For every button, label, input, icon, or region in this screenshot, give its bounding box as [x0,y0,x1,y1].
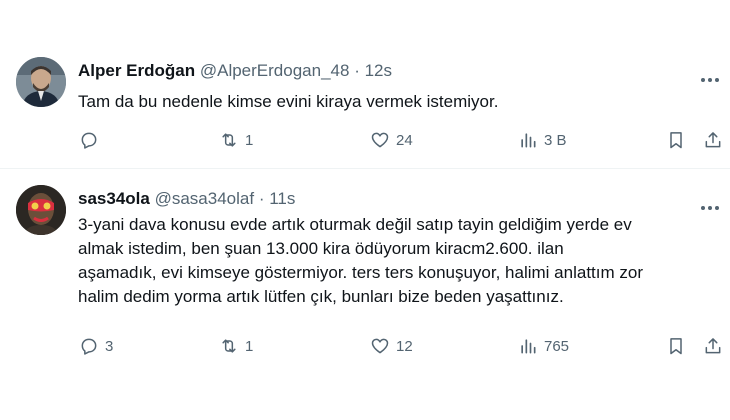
avatar[interactable] [16,185,66,235]
tweet[interactable]: Alper Erdoğan @AlperErdogan_48 · 12s Tam… [0,0,730,168]
reply-count: 3 [105,337,114,355]
display-name[interactable]: Alper Erdoğan [78,61,195,80]
user-handle[interactable]: @sasa34olaf [155,189,255,208]
tweet-text-line: halim dedim yorma artık lütfen çık, bunl… [78,287,564,306]
tweet-actions: 3 1 12 765 [0,334,730,358]
share-icon [703,336,723,356]
timestamp[interactable]: 12s [365,61,392,80]
share-button[interactable] [703,334,723,358]
heart-icon [370,336,390,356]
tweet-text: Tam da bu nedenle kimse evini kiraya ver… [78,92,499,111]
display-name[interactable]: sas34ola [78,189,150,208]
repost-count: 1 [245,131,254,149]
bookmark-button[interactable] [666,334,686,358]
views-button[interactable]: 765 [518,334,569,358]
repost-icon [219,130,239,150]
tweet-header: Alper Erdoğan @AlperErdogan_48 · 12s [78,61,392,81]
like-count: 24 [396,131,413,149]
reply-icon [79,130,99,150]
heart-icon [370,130,390,150]
repost-icon [219,336,239,356]
bookmark-icon [666,336,686,356]
share-icon [703,130,723,150]
views-count: 3 B [544,131,567,149]
like-count: 12 [396,337,413,355]
tweet-header: sas34ola @sasa34olaf · 11s [78,189,295,209]
views-icon [518,130,538,150]
user-handle[interactable]: @AlperErdogan_48 [200,61,350,80]
tweet-text-line: almak istedim, ben şuan 13.000 kira ödüy… [78,239,564,258]
reply-button[interactable]: 3 [79,334,113,358]
bookmark-button[interactable] [666,128,686,152]
views-button[interactable]: 3 B [518,128,567,152]
more-dots-icon[interactable] [700,198,720,210]
tweet-text-line: 3-yani dava konusu evde artık oturmak de… [78,215,632,234]
more-dots-icon[interactable] [700,70,720,82]
separator: · [354,61,360,80]
like-button[interactable]: 12 [370,334,413,358]
reply-button[interactable] [79,128,105,152]
tweet-text-line: aşamadık, evi kimseye göstermiyor. ters … [78,263,643,282]
share-button[interactable] [703,128,723,152]
separator: · [258,189,265,208]
tweet[interactable]: sas34ola @sasa34olaf · 11s 3-yani dava k… [0,168,730,420]
tweet-text: 3-yani dava konusu evde artık oturmak de… [78,213,718,309]
views-icon [518,336,538,356]
tweet-actions: 1 24 3 B [0,128,730,152]
repost-count: 1 [245,337,254,355]
repost-button[interactable]: 1 [219,128,253,152]
timestamp[interactable]: 11s [269,189,295,208]
views-count: 765 [544,337,570,355]
like-button[interactable]: 24 [370,128,413,152]
bookmark-icon [666,130,686,150]
reply-icon [79,336,99,356]
avatar[interactable] [16,57,66,107]
repost-button[interactable]: 1 [219,334,253,358]
